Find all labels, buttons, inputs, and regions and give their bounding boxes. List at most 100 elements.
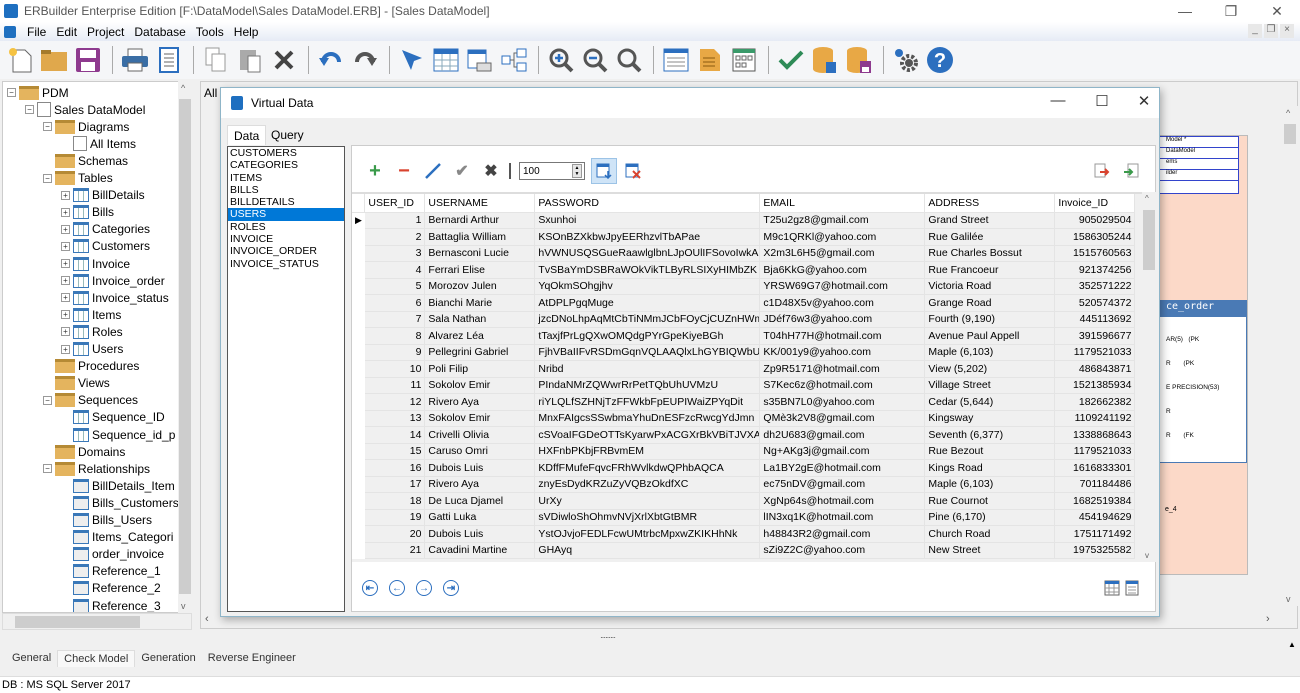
cell-username[interactable]: Rivero Aya (424, 476, 536, 493)
cell-user-id[interactable]: 14 (364, 426, 426, 444)
cell-email[interactable]: s35BN7L0@yahoo.com (759, 393, 926, 411)
tree-item[interactable]: BillDetails_Item (61, 477, 175, 494)
cell-invoice-id[interactable]: 921374256 (1054, 261, 1136, 279)
tree-item[interactable]: + Bills (61, 204, 114, 221)
cell-address[interactable]: Rue Francoeur (924, 261, 1056, 279)
canvas-scroll-left[interactable]: ‹ (205, 613, 209, 625)
grid-view-icon[interactable] (1104, 580, 1120, 599)
cell-invoice-id[interactable]: 1751171492 (1054, 525, 1136, 543)
expand-icon[interactable]: + (61, 241, 70, 251)
cell-password[interactable]: KDffFMufeFqvcFRhWvlkdwQPhbAQCA (534, 459, 761, 477)
tree-item[interactable]: Views (43, 375, 110, 392)
collapse-icon[interactable]: − (43, 464, 52, 474)
table-list-item[interactable]: ITEMS (228, 172, 344, 184)
tab-reverse-engineer[interactable]: Reverse Engineer (202, 650, 302, 666)
expand-icon[interactable]: + (61, 310, 70, 320)
cell-invoice-id[interactable]: 182662382 (1054, 393, 1136, 411)
tree-item[interactable]: Reference_3 (61, 597, 161, 612)
first-record-icon[interactable]: ⇤ (362, 580, 378, 596)
edit-row-icon[interactable] (420, 158, 446, 184)
cell-username[interactable]: Poli Filip (424, 360, 536, 378)
dialog-close-button[interactable]: ✕ (1129, 92, 1159, 114)
cell-password[interactable]: FjhVBaIIFvRSDmGqnVQLAAQlxLhGYBIQWbU (534, 344, 761, 361)
delete-icon[interactable] (268, 44, 300, 76)
tab-data[interactable]: Data (227, 125, 267, 145)
cell-invoice-id[interactable]: 486843871 (1054, 360, 1136, 378)
tree-item[interactable]: + Invoice (61, 255, 130, 272)
cell-username[interactable]: Bernasconi Lucie (424, 245, 536, 262)
cell-email[interactable]: X2m3L6H5@gmail.com (759, 245, 926, 262)
cell-username[interactable]: De Luca Djamel (424, 492, 536, 510)
cell-email[interactable]: sZi9Z2C@yahoo.com (759, 542, 926, 559)
cell-address[interactable]: Rue Bezout (924, 443, 1056, 460)
menu-tools[interactable]: Tools (191, 25, 229, 39)
menu-file[interactable]: File (22, 25, 51, 39)
cell-password[interactable]: Nribd (534, 360, 761, 378)
cell-user-id[interactable]: 1 (364, 212, 426, 229)
cell-email[interactable]: QMè3k2V8@gmail.com (759, 410, 926, 427)
tree-item[interactable]: − Sales DataModel (25, 101, 145, 118)
mdi-close-button[interactable]: × (1280, 24, 1294, 38)
cell-invoice-id[interactable]: 445113692 (1054, 311, 1136, 328)
tree-item[interactable]: Reference_1 (61, 563, 161, 580)
relationship-icon[interactable] (464, 44, 496, 76)
cell-password[interactable]: znyEsDydKRZuZyVQBzOkdfXC (534, 476, 761, 493)
close-button[interactable]: ✕ (1254, 0, 1300, 22)
last-record-icon[interactable]: ⇥ (443, 580, 459, 596)
zoom-in-icon[interactable] (545, 44, 577, 76)
cell-user-id[interactable]: 2 (364, 228, 426, 246)
cell-email[interactable]: c1D48X5v@yahoo.com (759, 294, 926, 312)
cell-username[interactable]: Sokolov Emir (424, 410, 536, 427)
table-row[interactable]: 12 Rivero Aya riYLQLfSZHNjTzFFWkbFpEUPIWai… (352, 393, 1136, 411)
table-row[interactable]: 13 Sokolov Emir MnxFAIgcsSSwbmaYhuDnESFzcR… (352, 410, 1136, 427)
cell-invoice-id[interactable]: 1109241192 (1054, 410, 1136, 427)
cell-user-id[interactable]: 7 (364, 311, 426, 328)
cell-email[interactable]: lIN3xq1K@hotmail.com (759, 509, 926, 526)
collapse-icon[interactable]: − (43, 122, 52, 132)
document-icon[interactable] (694, 44, 726, 76)
cell-username[interactable]: Bernardi Arthur (424, 212, 536, 229)
tree-item[interactable]: Bills_Users (61, 512, 152, 529)
dialog-maximize-button[interactable]: ☐ (1087, 92, 1117, 114)
column-header[interactable]: USERNAME (424, 194, 536, 213)
cell-address[interactable]: Fourth (9,190) (924, 311, 1056, 328)
column-header[interactable]: USER_ID (364, 194, 426, 213)
row-limit-spinner[interactable]: 100 ▲ ▼ (519, 162, 585, 180)
collapse-icon[interactable]: − (7, 88, 16, 97)
cell-email[interactable]: Ng+AKg3j@gmail.com (759, 443, 926, 460)
cell-user-id[interactable]: 13 (364, 410, 426, 427)
import-icon[interactable] (1118, 158, 1144, 184)
note-icon[interactable] (660, 44, 692, 76)
table-list-item[interactable]: CATEGORIES (228, 159, 344, 171)
cell-user-id[interactable]: 20 (364, 525, 426, 543)
table-row[interactable]: 20 Dubois Luis YstOJvjoFEDLFcwUMtrbcMpxwZK… (352, 525, 1136, 543)
table-row[interactable]: 10 Poli Filip Nribd Zp9R5171@hotmail.com Vie… (352, 360, 1136, 378)
cell-email[interactable]: XgNp64s@hotmail.com (759, 492, 926, 510)
menu-database[interactable]: Database (129, 25, 190, 39)
table-row[interactable]: 6 Bianchi Marie AtDPLPgqMuge c1D48X5v@yahoo… (352, 294, 1136, 312)
menu-help[interactable]: Help (229, 25, 264, 39)
cell-user-id[interactable]: 21 (364, 542, 426, 559)
cell-invoice-id[interactable]: 1975325582 (1054, 542, 1136, 559)
table-row[interactable]: 11 Sokolov Emir PIndaNMrZQWwrRrPetTQbUhUVM… (352, 377, 1136, 394)
cell-invoice-id[interactable]: 520574372 (1054, 294, 1136, 312)
hierarchy-icon[interactable] (498, 44, 530, 76)
cell-username[interactable]: Battaglia William (424, 228, 536, 246)
column-header[interactable]: Invoice_ID (1054, 194, 1136, 213)
cell-email[interactable]: La1BY2gE@hotmail.com (759, 459, 926, 477)
select-icon[interactable] (396, 44, 428, 76)
cell-invoice-id[interactable]: 454194629 (1054, 509, 1136, 526)
tab-general[interactable]: General (6, 650, 57, 666)
cell-address[interactable]: Victoria Road (924, 278, 1056, 295)
load-data-icon[interactable] (591, 158, 617, 184)
cell-user-id[interactable]: 3 (364, 245, 426, 262)
expand-icon[interactable]: + (61, 190, 70, 200)
cell-invoice-id[interactable]: 1179521033 (1054, 344, 1136, 361)
tree-item[interactable]: Sequence_id_p (61, 426, 175, 443)
cell-address[interactable]: Cedar (5,644) (924, 393, 1056, 411)
copy-icon[interactable] (200, 44, 232, 76)
cell-password[interactable]: HXFnbPKbjFRBvmEM (534, 443, 761, 460)
help-icon[interactable]: ? (924, 44, 956, 76)
tree-item[interactable]: + BillDetails (61, 187, 145, 204)
table-row[interactable]: 19 Gatti Luka sVDiwloShOhmvNVjXrlXbtGtBMR l… (352, 509, 1136, 526)
